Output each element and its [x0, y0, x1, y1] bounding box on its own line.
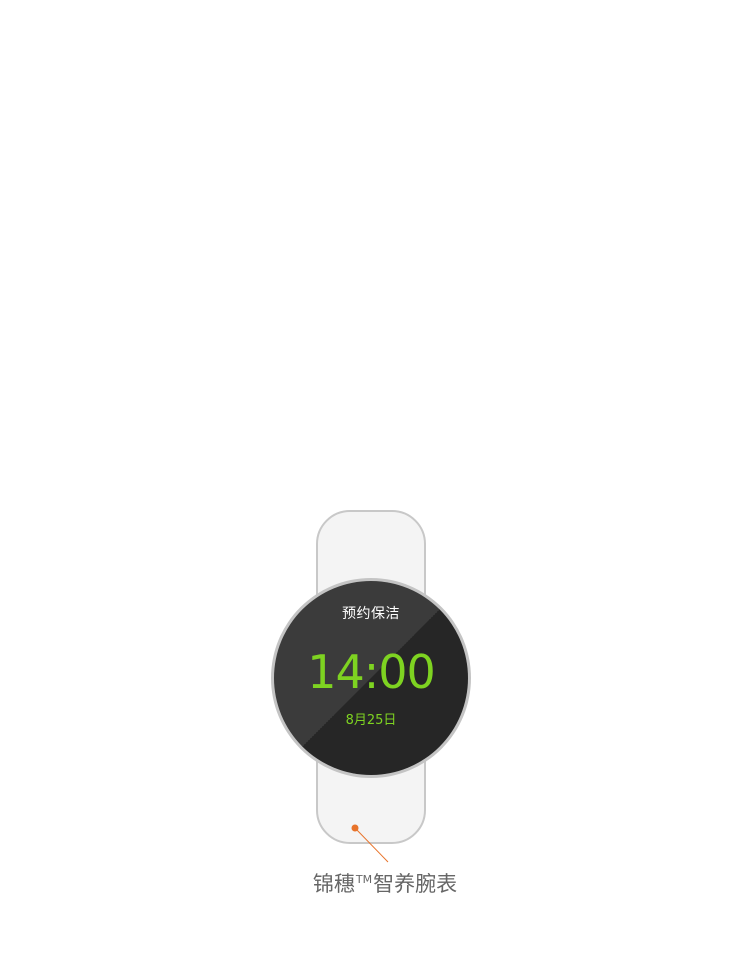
caption-trademark: TM [355, 873, 373, 886]
screen-time: 14:00 [307, 645, 436, 699]
watch-screen: 预约保洁 14:00 8月25日 [274, 581, 468, 775]
caption-product: 智养腕表 [373, 872, 458, 896]
screen-date: 8月25日 [345, 713, 397, 728]
watch-face: 预约保洁 14:00 8月25日 [271, 578, 471, 778]
page: 预约保洁 14:00 8月25日 锦穗TM智养腕表 [0, 0, 750, 972]
caption-brand: 锦穗 [312, 872, 355, 896]
screen-title: 预约保洁 [342, 606, 400, 622]
product-caption: 锦穗TM智养腕表 [300, 868, 470, 898]
